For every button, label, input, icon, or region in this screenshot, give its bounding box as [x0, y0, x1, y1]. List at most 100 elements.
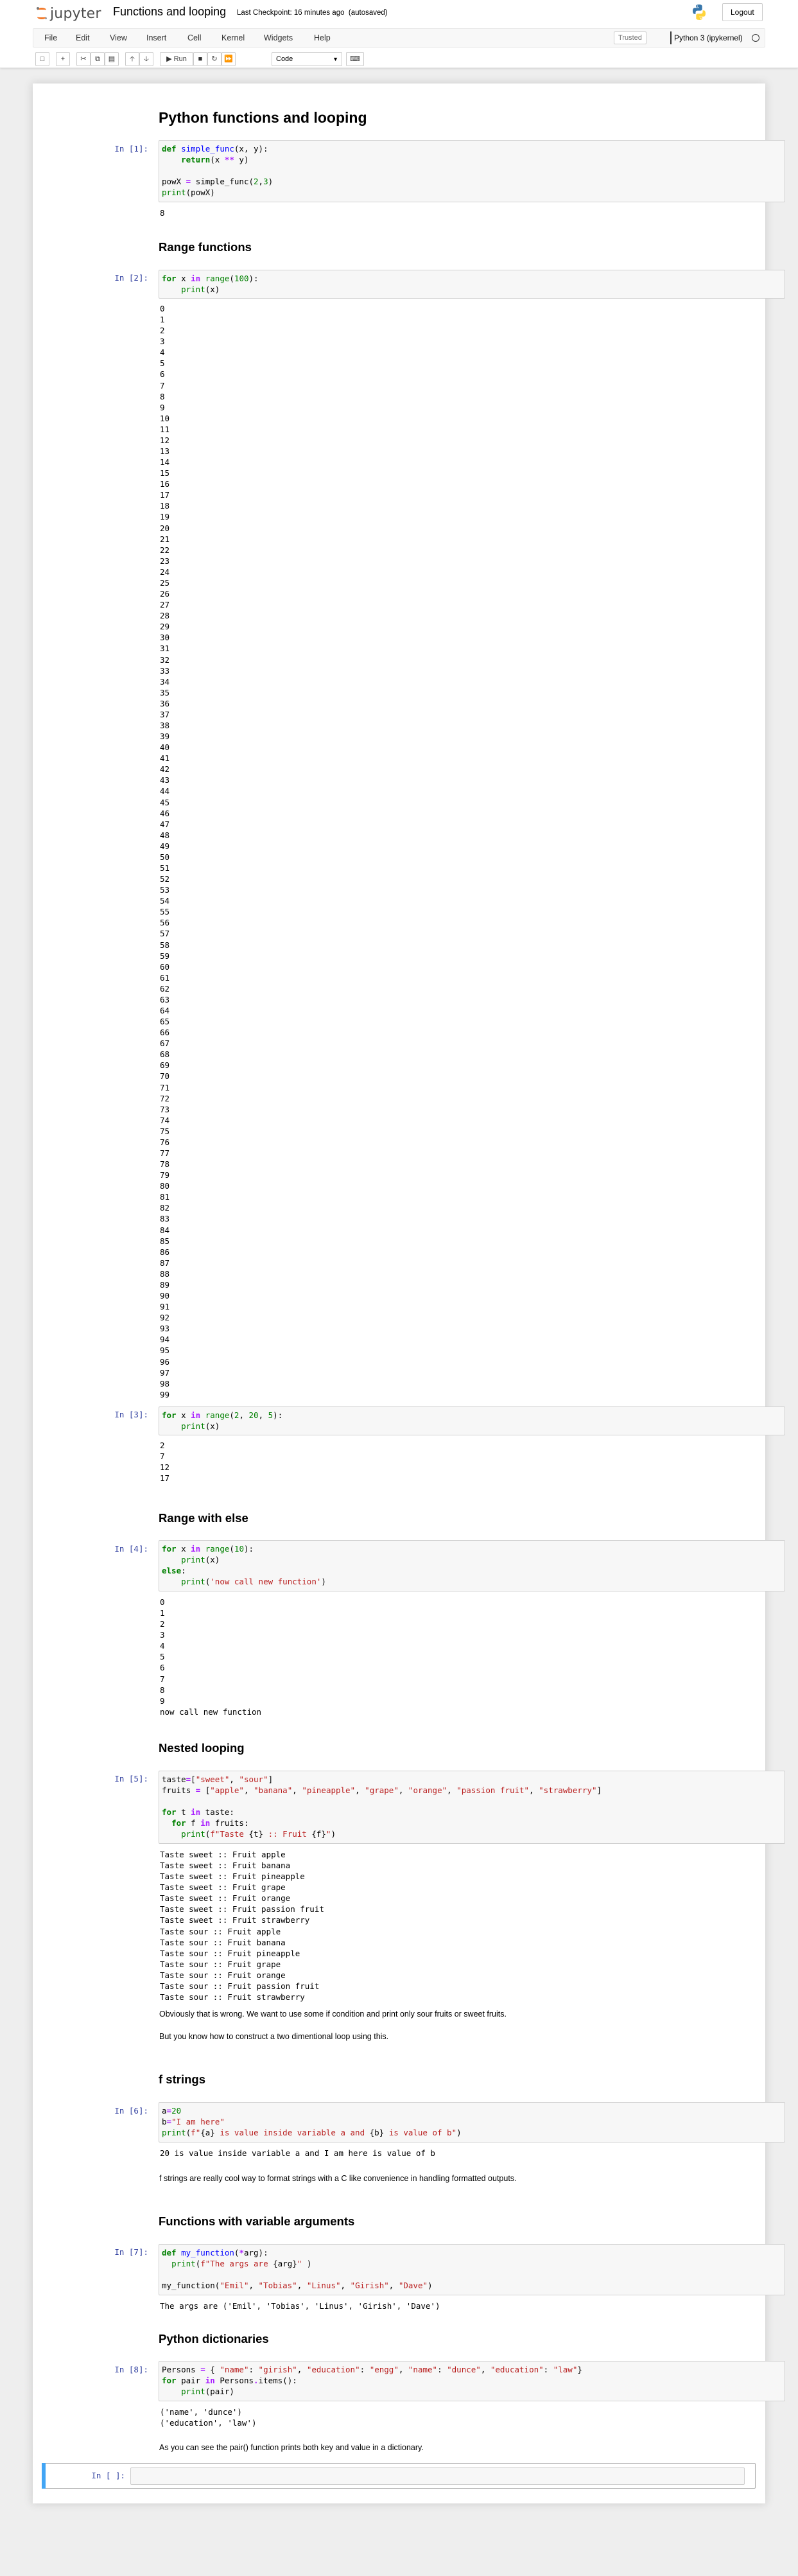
menu-insert[interactable]: Insert: [146, 29, 166, 47]
notebook-container: Python functions and looping In [1]: def…: [33, 83, 785, 2503]
jupyter-logo[interactable]: jupyter: [36, 4, 101, 23]
heading-title: Python functions and looping: [159, 109, 367, 126]
output-line: 83: [160, 1214, 170, 1224]
output-line: Taste sour :: Fruit grape: [160, 1959, 281, 1969]
trusted-indicator[interactable]: Trusted: [614, 31, 646, 44]
output-line: 79: [160, 1170, 170, 1180]
output-line: 89: [160, 1279, 170, 1290]
save-icon: □: [40, 55, 45, 63]
output-line: 87: [160, 1257, 170, 1268]
menu-view[interactable]: View: [110, 29, 127, 47]
code-cell-1[interactable]: def simple_func(x, y): return(x ** y) po…: [159, 140, 785, 202]
copy-button[interactable]: ⧉: [91, 52, 105, 66]
output-line: 57: [160, 929, 170, 939]
output-line: 96: [160, 1356, 170, 1367]
heading-nested-looping: Nested looping: [159, 1741, 245, 1755]
cell-4-source: for x in range(10): print(x) else: print…: [162, 1544, 326, 1586]
cell-7-source: def my_function(*arg): print(f"The args …: [162, 2248, 433, 2290]
move-up-button[interactable]: 🡡: [125, 52, 139, 66]
menu-file[interactable]: File: [44, 29, 57, 47]
code-cell-7[interactable]: def my_function(*arg): print(f"The args …: [159, 2244, 785, 2295]
output-line: 8: [160, 1685, 165, 1695]
output-line: Taste sweet :: Fruit passion fruit: [160, 1904, 324, 1914]
output-line: 20: [160, 523, 170, 533]
menu-bar: File Edit View Insert Cell Kernel Widget…: [33, 28, 765, 48]
output-line: 52: [160, 874, 170, 884]
output-line: Taste sweet :: Fruit orange: [160, 1893, 291, 1904]
output-line: Taste sweet :: Fruit apple: [160, 1850, 286, 1859]
code-cell-2[interactable]: for x in range(100): print(x): [159, 270, 785, 299]
output-line: 9: [160, 1695, 165, 1706]
input-prompt: In [6]:: [114, 2106, 148, 2116]
output-line: 25: [160, 577, 170, 588]
output-line: 5: [160, 1652, 165, 1662]
output-line: Taste sweet :: Fruit pineapple: [160, 1871, 305, 1882]
output-line: 88: [160, 1268, 170, 1279]
cell-5-source: taste=["sweet", "sour"] fruits = ["apple…: [162, 1774, 602, 1839]
output-line: 9: [160, 402, 165, 412]
menu-help[interactable]: Help: [314, 29, 331, 47]
output-line: 18: [160, 501, 170, 511]
output-line: 64: [160, 1006, 170, 1015]
output-line: 4: [160, 1641, 165, 1651]
output-line: Taste sweet :: Fruit strawberry: [160, 1915, 310, 1925]
run-button[interactable]: ▶ Run: [160, 52, 193, 66]
output-line: 74: [160, 1115, 170, 1125]
move-down-button[interactable]: 🡣: [139, 52, 153, 66]
code-cell-5[interactable]: taste=["sweet", "sour"] fruits = ["apple…: [159, 1771, 785, 1844]
menu-cell[interactable]: Cell: [187, 29, 202, 47]
output-line: 21: [160, 534, 170, 544]
output-line: 59: [160, 951, 170, 961]
output-line: 71: [160, 1082, 170, 1092]
restart-run-all-button[interactable]: ⏩: [221, 52, 236, 66]
code-cell-8[interactable]: Persons = { "name": "girish", "education…: [159, 2361, 785, 2401]
markdown-dict-note: As you can see the pair() function print…: [159, 2443, 424, 2452]
interrupt-button[interactable]: ■: [193, 52, 207, 66]
command-palette-button[interactable]: ⌨: [346, 52, 364, 66]
output-line: 81: [160, 1192, 170, 1202]
restart-button[interactable]: ↻: [207, 52, 221, 66]
output-line: 69: [160, 1060, 170, 1071]
output-line: 1: [160, 315, 165, 325]
code-cell-3[interactable]: for x in range(2, 20, 5): print(x): [159, 1406, 785, 1435]
save-button[interactable]: □: [35, 52, 49, 66]
cut-button[interactable]: ✂: [76, 52, 91, 66]
markdown-nested-note-1: Obviously that is wrong. We want to use …: [159, 2010, 507, 2019]
output-line: 6: [160, 1663, 165, 1673]
menu-edit[interactable]: Edit: [76, 29, 90, 47]
heading-variable-args: Functions with variable arguments: [159, 2214, 355, 2228]
insert-cell-button[interactable]: +: [56, 52, 70, 66]
output-line: 86: [160, 1247, 170, 1257]
run-icon: ▶: [166, 55, 172, 63]
input-prompt: In [7]:: [114, 2247, 148, 2257]
cell-6-source: a=20 b="I am here" print(f"{a} is value …: [162, 2106, 462, 2137]
notebook-name[interactable]: Functions and looping: [113, 5, 226, 19]
heading-range-functions: Range functions: [159, 240, 252, 254]
output-line: 95: [160, 1345, 170, 1356]
output-line: 70: [160, 1071, 170, 1082]
output-line: 12: [160, 1462, 170, 1473]
cell-5-output: Taste sweet :: Fruit appleTaste sweet ::…: [160, 1849, 324, 2002]
cell-8-source: Persons = { "name": "girish", "education…: [162, 2365, 582, 2396]
output-line: 77: [160, 1148, 170, 1159]
output-line: 12: [160, 435, 170, 445]
input-prompt: In [4]:: [114, 1544, 148, 1554]
cell-type-select[interactable]: Code ▼: [272, 52, 342, 66]
empty-cell-input[interactable]: [130, 2467, 745, 2485]
empty-code-cell[interactable]: In [ ]:: [42, 2463, 756, 2489]
logout-button[interactable]: Logout: [722, 3, 763, 21]
output-line: 92: [160, 1313, 170, 1323]
output-line: ('name', 'dunce'): [160, 2407, 242, 2417]
copy-icon: ⧉: [95, 55, 100, 63]
code-cell-6[interactable]: a=20 b="I am here" print(f"{a} is value …: [159, 2102, 785, 2142]
menu-kernel[interactable]: Kernel: [221, 29, 245, 47]
output-line: 63: [160, 994, 170, 1004]
output-line: 38: [160, 720, 170, 730]
output-line: 1: [160, 1608, 165, 1618]
code-cell-4[interactable]: for x in range(10): print(x) else: print…: [159, 1540, 785, 1591]
cell-2-output: 0 1 2 3 4 5 6 7 8 9 10 11 12 13 14 15 16 17 18 19 20 21 22 23 24…: [160, 303, 169, 1400]
paste-button[interactable]: ▤: [105, 52, 119, 66]
menu-widgets[interactable]: Widgets: [264, 29, 293, 47]
cut-icon: ✂: [80, 55, 87, 63]
cell-2-source: for x in range(100): print(x): [162, 274, 259, 294]
